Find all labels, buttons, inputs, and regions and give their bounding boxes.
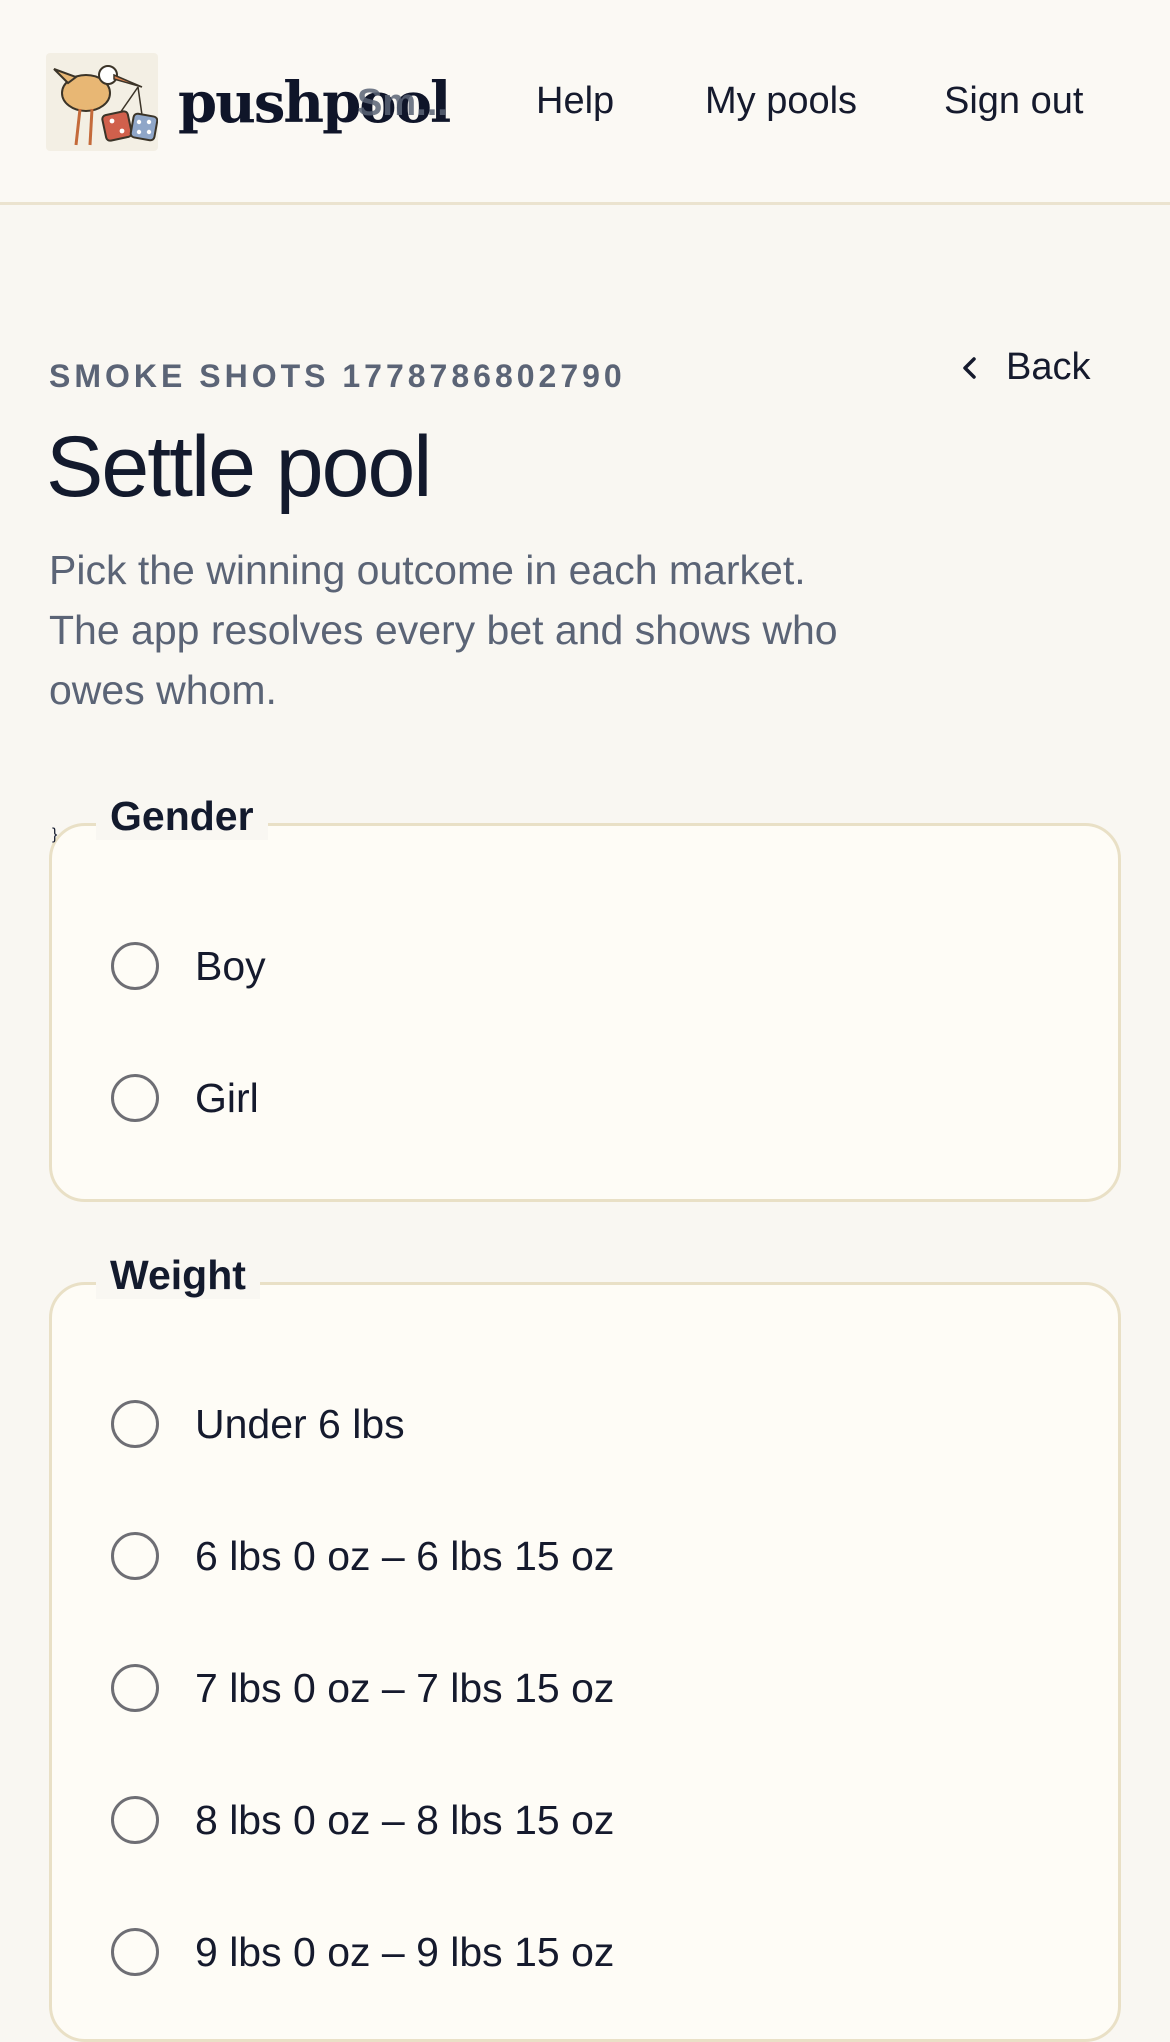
gender-legend: Gender	[96, 793, 268, 840]
weight-option-under-6[interactable]: Under 6 lbs	[111, 1400, 405, 1448]
back-button[interactable]: Back	[952, 346, 1090, 389]
weight-legend: Weight	[96, 1252, 260, 1299]
weight-option-8lbs[interactable]: 8 lbs 0 oz – 8 lbs 15 oz	[111, 1796, 614, 1844]
radio-button[interactable]	[111, 1074, 159, 1122]
radio-button[interactable]	[111, 1928, 159, 1976]
option-label: Under 6 lbs	[195, 1400, 405, 1447]
option-label: Girl	[195, 1074, 259, 1121]
option-label: Boy	[195, 942, 266, 989]
nav-help-link[interactable]: Help	[536, 80, 614, 123]
radio-button[interactable]	[111, 1400, 159, 1448]
pool-name-eyebrow: SMOKE SHOTS 1778786802790	[49, 358, 626, 394]
gender-market-fieldset: Gender Boy Girl }	[49, 793, 1121, 1202]
radio-button[interactable]	[111, 1796, 159, 1844]
chevron-left-icon	[952, 350, 988, 386]
pool-name-truncated: Sm...	[357, 82, 448, 124]
radio-button[interactable]	[111, 1532, 159, 1580]
top-nav-bar: pushpool Sm... Help My pools Sign out	[0, 0, 1170, 205]
weight-option-9lbs[interactable]: 9 lbs 0 oz – 9 lbs 15 oz	[111, 1928, 614, 1976]
weight-market-fieldset: Weight Under 6 lbs 6 lbs 0 oz – 6 lbs 15…	[49, 1252, 1121, 2042]
page-title: Settle pool	[46, 419, 432, 515]
gender-option-boy[interactable]: Boy	[111, 942, 266, 990]
weight-option-7lbs[interactable]: 7 lbs 0 oz – 7 lbs 15 oz	[111, 1664, 614, 1712]
nav-my-pools-link[interactable]: My pools	[705, 80, 857, 123]
gender-option-girl[interactable]: Girl	[111, 1074, 259, 1122]
radio-button[interactable]	[111, 942, 159, 990]
stork-with-dice-logo-icon[interactable]	[46, 53, 159, 151]
option-label: 8 lbs 0 oz – 8 lbs 15 oz	[195, 1796, 615, 1843]
nav-sign-out-link[interactable]: Sign out	[944, 80, 1083, 123]
radio-button[interactable]	[111, 1664, 159, 1712]
weight-option-6lbs[interactable]: 6 lbs 0 oz – 6 lbs 15 oz	[111, 1532, 614, 1580]
back-label: Back	[1006, 346, 1091, 388]
option-label: 7 lbs 0 oz – 7 lbs 15 oz	[195, 1664, 615, 1711]
option-label: 6 lbs 0 oz – 6 lbs 15 oz	[195, 1532, 615, 1579]
page-description: Pick the winning outcome in each market.…	[49, 547, 838, 713]
option-label: 9 lbs 0 oz – 9 lbs 15 oz	[195, 1928, 615, 1975]
